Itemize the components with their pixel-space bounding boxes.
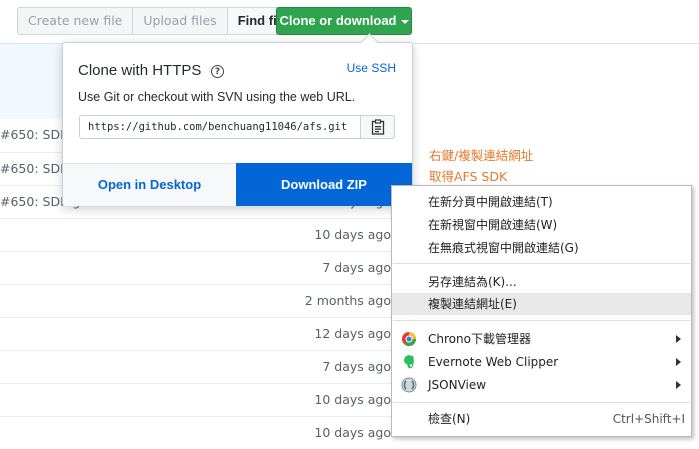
annotation-get-afs-sdk: 取得AFS SDK <box>429 169 508 184</box>
file-row[interactable]: 7 days ago <box>0 251 413 284</box>
menu-item-copy-link-address[interactable]: 複製連結網址(E) <box>392 293 691 315</box>
create-new-file-button[interactable]: Create new file <box>17 7 134 35</box>
file-actions-toolbar: Create new file Upload files Find file <box>17 7 299 35</box>
commit-age: 7 days ago <box>322 260 391 275</box>
clone-popup-title: Clone with HTTPS <box>78 62 202 79</box>
clone-popup: Clone with HTTPS ? Use SSH Use Git or ch… <box>62 33 413 206</box>
file-row[interactable]: 2 months ago <box>0 284 413 317</box>
chrono-icon <box>402 332 417 347</box>
popup-arrow <box>360 33 379 52</box>
menu-item-label: 在新視窗中開啟連結(W) <box>428 218 558 232</box>
menu-item-label: 在無痕式視窗中開啟連結(G) <box>428 241 579 255</box>
menu-separator <box>393 402 690 403</box>
open-in-desktop-button[interactable]: Open in Desktop <box>63 164 236 206</box>
file-row[interactable]: 12 days ago <box>0 317 413 350</box>
menu-item-jsonview[interactable]: JSONView <box>392 374 691 396</box>
clone-or-download-label: Clone or download <box>279 13 397 28</box>
submenu-arrow-icon <box>676 381 681 389</box>
clone-description: Use Git or checkout with SVN using the w… <box>78 90 356 104</box>
commit-age: 10 days ago <box>314 425 391 440</box>
menu-separator <box>393 263 690 264</box>
menu-item-label: 在新分頁中開啟連結(T) <box>428 195 553 209</box>
commit-age: 2 months ago <box>304 293 391 308</box>
commit-age: 10 days ago <box>314 392 391 407</box>
clone-url-input[interactable]: https://github.com/benchuang11046/afs.gi… <box>79 115 361 139</box>
caret-down-icon <box>400 19 409 24</box>
menu-item-label: Evernote Web Clipper <box>428 355 559 369</box>
menu-item-evernote[interactable]: Evernote Web Clipper <box>392 351 691 373</box>
menu-item-open-new-window[interactable]: 在新視窗中開啟連結(W) <box>392 214 691 236</box>
file-row[interactable]: 10 days ago <box>0 416 413 449</box>
menu-item-save-link-as[interactable]: 另存連結為(K)... <box>392 271 691 293</box>
submenu-arrow-icon <box>676 358 681 366</box>
use-ssh-link[interactable]: Use SSH <box>347 61 396 75</box>
clone-or-download-button[interactable]: Clone or download <box>276 7 412 35</box>
commit-message[interactable]: #650: SDK <box>0 161 68 176</box>
upload-files-button[interactable]: Upload files <box>132 7 228 35</box>
help-icon[interactable]: ? <box>211 65 224 78</box>
annotation-right-click-copy: 右鍵/複製連結網址 <box>429 148 534 163</box>
menu-item-label: 複製連結網址(E) <box>428 297 517 311</box>
clipboard-icon <box>371 119 384 135</box>
file-row[interactable]: 10 days ago <box>0 383 413 416</box>
file-row[interactable]: 10 days ago <box>0 218 413 251</box>
copy-to-clipboard-button[interactable] <box>360 115 395 139</box>
evernote-icon <box>404 355 414 369</box>
menu-item-chrono[interactable]: Chrono下載管理器 <box>392 328 691 350</box>
context-menu: 在新分頁中開啟連結(T) 在新視窗中開啟連結(W) 在無痕式視窗中開啟連結(G)… <box>391 185 692 437</box>
menu-item-label: 另存連結為(K)... <box>428 275 517 289</box>
submenu-arrow-icon <box>676 335 681 343</box>
menu-item-open-incognito[interactable]: 在無痕式視窗中開啟連結(G) <box>392 237 691 259</box>
file-row[interactable]: 7 days ago <box>0 350 413 383</box>
jsonview-icon <box>401 377 417 393</box>
menu-separator <box>393 320 690 321</box>
menu-item-label: 檢查(N) <box>428 412 471 426</box>
commit-age: 10 days ago <box>314 227 391 242</box>
download-zip-button[interactable]: Download ZIP <box>236 163 412 206</box>
commit-age: 7 days ago <box>322 359 391 374</box>
menu-item-inspect[interactable]: 檢查(N) Ctrl+Shift+I <box>392 408 691 430</box>
commit-age: 12 days ago <box>314 326 391 341</box>
menu-item-label: Chrono下載管理器 <box>428 332 531 346</box>
menu-item-label: JSONView <box>428 378 487 392</box>
commit-message[interactable]: #650: SDK <box>0 127 68 142</box>
menu-item-shortcut: Ctrl+Shift+I <box>612 412 685 426</box>
menu-item-open-new-tab[interactable]: 在新分頁中開啟連結(T) <box>392 191 691 213</box>
